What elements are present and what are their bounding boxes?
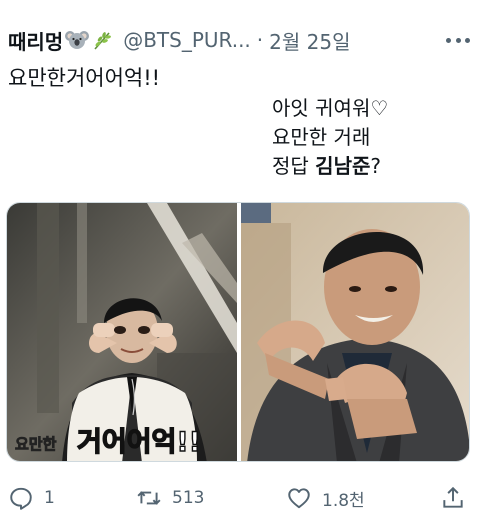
answer-prefix: 정답 <box>272 154 316 178</box>
answer-suffix: ? <box>370 154 381 178</box>
tweet-date[interactable]: 2월 25일 <box>269 26 350 55</box>
tweet-header: 때리멍 @BTS_PUR... · 2월 25일 <box>8 24 472 56</box>
right-photo[interactable] <box>241 203 470 462</box>
reply-icon <box>10 487 32 510</box>
media-grid: 요만한 거어어억!! <box>7 203 470 462</box>
retweet-button[interactable]: 513 <box>136 482 204 514</box>
caption-small: 요만한 <box>15 435 57 453</box>
tweet-actions: 1 513 1.8천 <box>8 482 472 514</box>
more-options-icon[interactable] <box>444 28 472 52</box>
user-handle[interactable]: @BTS_PUR... <box>123 28 251 52</box>
retweet-icon <box>137 491 161 505</box>
reply-count: 1 <box>44 488 55 508</box>
koala-emoji-icon <box>65 31 90 49</box>
reply-button[interactable]: 1 <box>8 482 55 514</box>
tweet-media[interactable]: 요만한 거어어억!! <box>6 202 470 462</box>
display-name[interactable]: 때리멍 <box>8 26 63 55</box>
caption-large: 거어어억!! <box>77 427 201 458</box>
tweet-text-line: 아잇 귀여워♡ <box>272 96 389 120</box>
tweet-answer-line: 정답 김남준? <box>272 152 388 181</box>
tweet-text-block: 아잇 귀여워♡ 요만한 거래 정답 김남준? <box>272 94 388 181</box>
retweet-count: 513 <box>172 488 205 508</box>
tweet-text-line: 요만한 거래 <box>272 125 371 149</box>
share-icon <box>443 486 463 508</box>
share-button[interactable] <box>440 482 466 514</box>
separator-dot: · <box>256 28 264 52</box>
like-count: 1.8천 <box>322 490 365 511</box>
left-photo[interactable]: 요만한 거어어억!! <box>7 203 237 462</box>
like-icon <box>288 488 310 509</box>
tweet-text-line: 요만한거어어억!! <box>8 66 161 90</box>
like-button[interactable]: 1.8천 <box>286 482 365 514</box>
herb-emoji-icon <box>94 32 112 50</box>
answer-name: 김남준 <box>315 154 371 178</box>
